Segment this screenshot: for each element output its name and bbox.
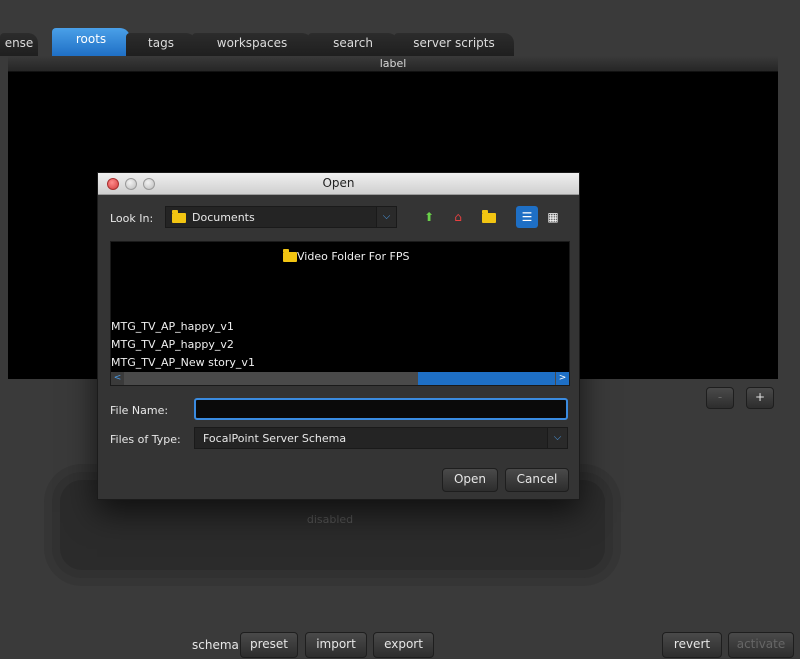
tab-search[interactable]: search [308, 33, 398, 56]
cancel-button[interactable]: Cancel [505, 468, 569, 492]
home-icon[interactable]: ⌂ [447, 206, 469, 228]
chevron-down-icon[interactable]: ⌵ [376, 207, 396, 227]
tab-roots[interactable]: roots [52, 28, 130, 56]
tab-license[interactable]: ense [0, 33, 38, 56]
file-name-label: File Name: [110, 404, 169, 417]
preset-button[interactable]: preset [240, 632, 298, 658]
folder-icon [283, 249, 297, 262]
look-in-value: Documents [192, 211, 255, 224]
scroll-left-icon[interactable]: < [111, 372, 124, 385]
list-item[interactable]: MTG_TV_AP_New story_v1 [111, 356, 255, 369]
files-of-type-combo[interactable]: FocalPoint Server Schema ⌵ [194, 427, 568, 449]
import-button[interactable]: import [305, 632, 367, 658]
revert-button[interactable]: revert [662, 632, 722, 658]
tab-workspaces[interactable]: workspaces [192, 33, 312, 56]
tab-tags[interactable]: tags [126, 33, 196, 56]
files-of-type-label: Files of Type: [110, 433, 181, 446]
disabled-status-text: disabled [306, 513, 354, 526]
app-window: ense roots tags workspaces search server… [0, 0, 800, 659]
folder-icon [172, 210, 186, 223]
file-list[interactable]: Video Folder For FPS MTG_TV_AP_happy_v1 … [110, 241, 570, 386]
look-in-label: Look In: [110, 212, 154, 225]
open-button[interactable]: Open [442, 468, 498, 492]
export-button[interactable]: export [373, 632, 434, 658]
activate-button[interactable]: activate [728, 632, 794, 658]
dialog-titlebar[interactable]: Open [98, 173, 579, 195]
list-item[interactable]: Video Folder For FPS [297, 250, 409, 263]
tab-server-scripts[interactable]: server scripts [394, 33, 514, 56]
open-dialog: Open Look In: Documents ⌵ ⬆ ⌂ ☰ ▦ Video … [97, 172, 580, 500]
chevron-down-icon[interactable]: ⌵ [547, 428, 567, 448]
file-name-input[interactable] [194, 398, 568, 420]
list-item[interactable]: MTG_TV_AP_happy_v1 [111, 320, 234, 333]
list-item[interactable]: MTG_TV_AP_happy_v2 [111, 338, 234, 351]
schema-label: schema [192, 638, 239, 652]
files-of-type-value: FocalPoint Server Schema [203, 432, 347, 445]
add-button[interactable]: + [746, 387, 774, 409]
scrollbar-thumb[interactable] [418, 372, 555, 385]
table-column-header[interactable]: label [8, 56, 778, 72]
dialog-title: Open [322, 176, 355, 190]
new-folder-glyph [482, 210, 496, 223]
scroll-right-icon[interactable]: > [556, 372, 569, 385]
up-folder-icon[interactable]: ⬆ [418, 206, 440, 228]
remove-button[interactable]: - [706, 387, 734, 409]
look-in-combo[interactable]: Documents ⌵ [165, 206, 397, 228]
tab-bar: ense roots tags workspaces search server… [0, 0, 800, 56]
details-view-icon[interactable]: ▦ [542, 206, 564, 228]
horizontal-scrollbar[interactable]: < > [111, 372, 569, 385]
new-folder-icon[interactable] [478, 206, 500, 228]
list-view-icon[interactable]: ☰ [516, 206, 538, 228]
